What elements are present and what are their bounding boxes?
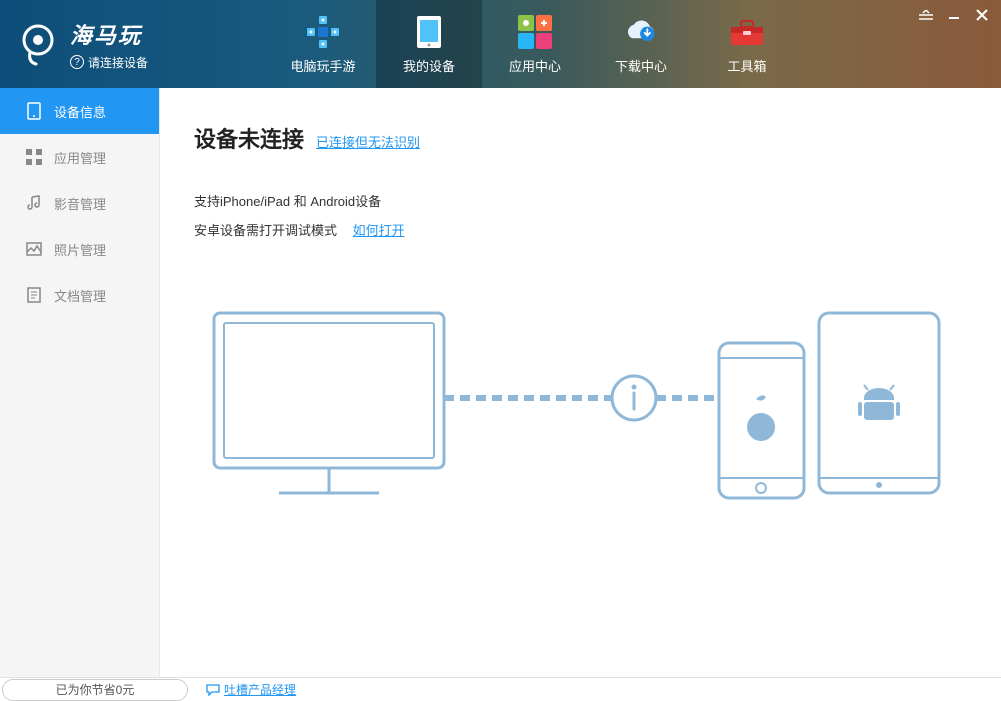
window-controls [917,6,991,24]
status-bar: 已为你节省0元 吐槽产品经理 [0,677,1001,701]
top-nav: 电脑玩手游 我的设备 [270,0,800,88]
sidebar-item-device-info[interactable]: 设备信息 [0,88,159,134]
header: 海马玩 ? 请连接设备 [0,0,1001,88]
support-text: 支持iPhone/iPad 和 Android设备 [194,188,1001,217]
feedback-link[interactable]: 吐槽产品经理 [206,681,296,698]
phone-icon [411,14,447,50]
savings-badge: 已为你节省0元 [2,679,188,701]
cloud-download-icon [623,14,659,50]
sidebar-item-app-manage[interactable]: 应用管理 [0,134,159,180]
sidebar-item-doc-manage[interactable]: 文档管理 [0,272,159,318]
sidebar-item-label: 照片管理 [54,240,106,259]
device-icon [26,103,42,119]
menu-icon[interactable] [917,6,935,24]
nav-app-center[interactable]: 应用中心 [482,0,588,88]
toolbox-icon [729,14,765,50]
nav-my-device[interactable]: 我的设备 [376,0,482,88]
sidebar: 设备信息 应用管理 影音管理 照片管理 [0,88,160,677]
connection-illustration [194,293,1001,533]
content-area: 设备未连接 已连接但无法识别 支持iPhone/iPad 和 Android设备… [160,88,1001,677]
sidebar-item-media-manage[interactable]: 影音管理 [0,180,159,226]
gamepad-icon [305,14,341,50]
unrecognized-link[interactable]: 已连接但无法识别 [316,132,420,151]
brand-title: 海马玩 [70,18,148,50]
sidebar-item-label: 设备信息 [54,102,106,121]
app-logo-icon [14,20,62,68]
page-title: 设备未连接 [194,122,304,154]
nav-download-center[interactable]: 下载中心 [588,0,694,88]
document-icon [26,287,42,303]
sidebar-item-label: 文档管理 [54,286,106,305]
photo-icon [26,241,42,257]
sidebar-item-photo-manage[interactable]: 照片管理 [0,226,159,272]
nav-toolbox[interactable]: 工具箱 [694,0,800,88]
close-icon[interactable] [973,6,991,24]
brand-subtitle[interactable]: ? 请连接设备 [70,54,148,71]
how-to-open-link[interactable]: 如何打开 [353,223,405,238]
music-icon [26,195,42,211]
sidebar-item-label: 应用管理 [54,148,106,167]
chat-icon [206,684,220,696]
apps-grid-icon [517,14,553,50]
sidebar-item-label: 影音管理 [54,194,106,213]
minimize-icon[interactable] [945,6,963,24]
android-debug-text: 安卓设备需打开调试模式 [194,223,337,238]
help-icon: ? [70,55,84,69]
brand: 海马玩 ? 请连接设备 [0,18,270,71]
nav-pc-play[interactable]: 电脑玩手游 [270,0,376,88]
apps-icon [26,149,42,165]
